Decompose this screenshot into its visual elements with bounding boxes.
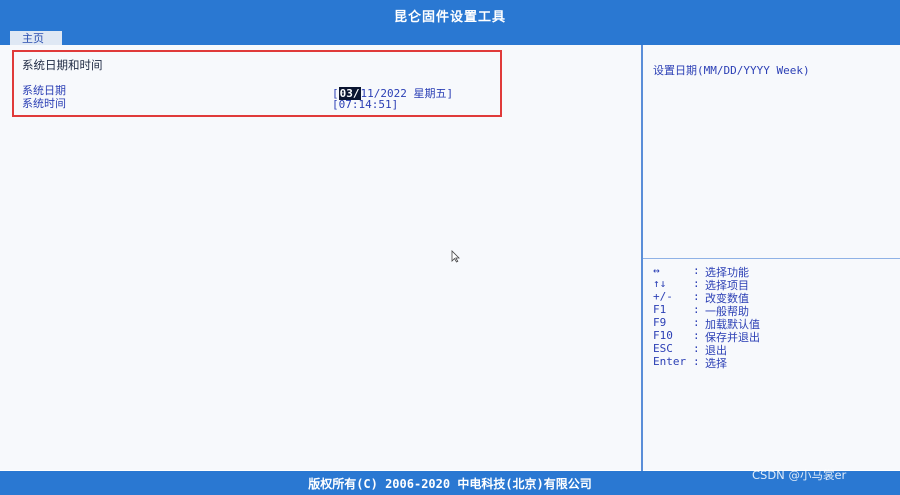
tab-bar bbox=[0, 31, 900, 45]
key-legend-row: ↔: 选择功能 bbox=[653, 264, 760, 279]
system-time-label: 系统时间 bbox=[22, 97, 66, 110]
tab-main-label: 主页 bbox=[22, 32, 44, 45]
key-name: +/- bbox=[653, 290, 673, 303]
key-sep: : bbox=[693, 303, 700, 316]
key-sep: : bbox=[693, 329, 700, 342]
app-title-bar: 昆仑固件设置工具 bbox=[0, 0, 900, 31]
key-name: F10 bbox=[653, 329, 673, 342]
key-desc: 选择 bbox=[705, 357, 727, 370]
copyright-text: 版权所有(C) 2006-2020 中电科技(北京)有限公司 bbox=[308, 476, 592, 491]
key-desc: 一般帮助 bbox=[705, 305, 749, 318]
key-legend-row: F1: 一般帮助 bbox=[653, 303, 760, 318]
key-sep: : bbox=[693, 342, 700, 355]
key-sep: : bbox=[693, 264, 700, 277]
key-legend: ↔: 选择功能 ↑↓: 选择项目 +/-: 改变数值 F1: 一般帮助 F9: 加载默认值… bbox=[653, 264, 760, 370]
key-desc: 保存并退出 bbox=[705, 331, 760, 344]
key-legend-row: ↑↓: 选择项目 bbox=[653, 277, 760, 292]
key-legend-row: Enter: 选择 bbox=[653, 355, 760, 370]
key-desc: 选择项目 bbox=[705, 279, 749, 292]
key-desc: 退出 bbox=[705, 344, 727, 357]
key-name: F9 bbox=[653, 316, 667, 329]
key-name: Enter bbox=[653, 355, 687, 368]
key-desc: 改变数值 bbox=[705, 292, 749, 305]
key-name: ↑↓ bbox=[653, 277, 667, 290]
key-desc: 加载默认值 bbox=[705, 318, 760, 331]
key-name: ↔ bbox=[653, 264, 660, 277]
key-name: ESC bbox=[653, 342, 673, 355]
key-desc: 选择功能 bbox=[705, 266, 749, 279]
watermark: CSDN @小马裳er bbox=[752, 468, 847, 482]
key-legend-row: +/-: 改变数值 bbox=[653, 290, 760, 305]
key-legend-row: F10: 保存并退出 bbox=[653, 329, 760, 344]
help-divider bbox=[643, 258, 900, 259]
key-sep: : bbox=[693, 355, 700, 368]
key-sep: : bbox=[693, 316, 700, 329]
key-legend-row: F9: 加载默认值 bbox=[653, 316, 760, 331]
tab-main[interactable]: 主页 bbox=[10, 31, 62, 45]
key-sep: : bbox=[693, 277, 700, 290]
system-time-field[interactable]: [07:14:51] bbox=[332, 98, 398, 111]
section-title: 系统日期和时间 bbox=[22, 58, 103, 72]
app-title: 昆仑固件设置工具 bbox=[393, 10, 506, 25]
help-description: 设置日期(MM/DD/YYYY Week) bbox=[653, 64, 810, 77]
mouse-pointer-icon bbox=[451, 250, 460, 266]
key-sep: : bbox=[693, 290, 700, 303]
key-name: F1 bbox=[653, 303, 667, 316]
